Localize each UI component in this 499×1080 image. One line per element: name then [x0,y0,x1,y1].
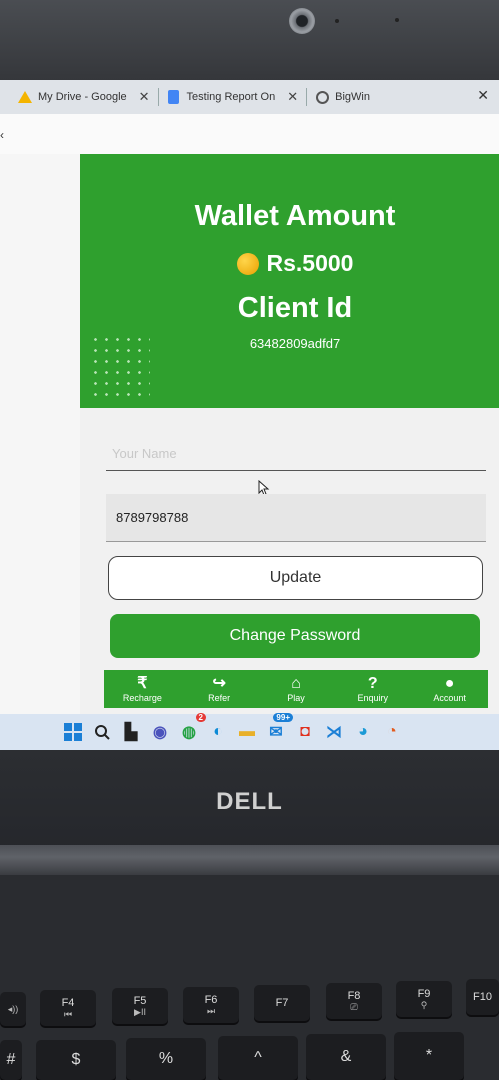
user-icon: ● [444,675,455,692]
key-f10[interactable]: F10 [466,979,499,1015]
key-f9[interactable]: F9 ⚲ [396,981,452,1017]
sensor-dot [335,19,339,23]
key-f6[interactable]: F6 ⏭ [183,987,239,1023]
laptop-hinge [0,845,499,875]
wallet-amount-row: Rs.5000 [80,250,499,277]
google-docs-icon [167,90,181,104]
close-icon[interactable]: ✕ [287,89,298,105]
windows-start-icon[interactable] [62,721,84,743]
coin-icon [236,252,259,275]
nav-label: Recharge [122,693,162,703]
screen: My Drive - Google ✕ Testing Report On ✕ … [0,80,499,750]
update-button[interactable]: Update [108,556,483,600]
key-dollar[interactable]: $ [36,1040,116,1080]
whatsapp-icon[interactable]: ◍ 2 [178,713,206,743]
wallet-card: Wallet Amount Rs.5000 Client Id 63482809… [80,154,499,408]
search-icon[interactable] [91,721,113,743]
phone-input[interactable] [106,494,486,542]
client-id-label: Client Id [237,292,353,324]
key-f7[interactable]: F7 [254,985,310,1021]
edge-browser-icon[interactable]: ◐ [207,721,229,743]
notification-badge: 99+ [273,713,293,722]
windows-taskbar: ▙ ◉ ◍ 2 ◐ ▬ ✉ 99+ ◘ ⋊ ◕ ◔ [0,713,499,750]
key-caret[interactable]: ^ [218,1036,298,1080]
help-icon: ? [367,675,378,692]
key-f3[interactable]: ◂)) [0,992,26,1026]
key-hash[interactable]: # [0,1040,22,1080]
nav-account[interactable]: ● Account [412,675,488,703]
key-percent[interactable]: % [126,1038,206,1080]
notification-badge: 2 [195,713,206,722]
vscode-icon[interactable]: ⋊ [323,721,345,743]
tab-label: Testing Report On [186,91,276,103]
key-f4[interactable]: F4 ⏮ [40,990,96,1026]
wallet-title: Wallet Amount [194,200,396,232]
share-icon: ↪ [212,675,226,692]
globe-icon [315,90,329,104]
address-bar-area [0,114,499,154]
key-f5[interactable]: F5 ▶II [112,988,168,1024]
sensor-dot [395,18,399,22]
nav-label: Enquiry [357,693,389,703]
nav-play[interactable]: ⌂ Play [258,675,334,703]
office-icon[interactable]: ◘ [294,721,316,743]
nav-label: Play [287,693,305,703]
bottom-nav: ₹ Recharge ↪ Refer ⌂ Play ? Enquiry ● Ac… [104,670,488,708]
nav-refer[interactable]: ↪ Refer [181,675,257,703]
file-explorer-icon[interactable]: ▬ [236,721,258,743]
tab-label: BigWin [335,91,370,103]
key-f8[interactable]: F8 ⎚ [326,983,382,1019]
wallet-amount: Rs.5000 [266,250,354,276]
dot-pattern [90,334,150,400]
firefox-icon[interactable]: ◔ [381,721,403,743]
key-asterisk[interactable]: * [394,1032,464,1080]
change-password-button[interactable]: Change Password [110,614,480,658]
webcam-icon [289,8,315,34]
nav-enquiry[interactable]: ? Enquiry [335,675,411,703]
dell-logo: DELL [216,788,283,815]
left-margin [0,154,80,714]
task-view-icon[interactable]: ▙ [120,721,142,743]
google-drive-icon [18,90,32,104]
name-input[interactable] [106,437,486,471]
laptop-top-bezel [0,0,499,80]
chat-icon[interactable]: ◉ [149,721,171,743]
nav-label: Refer [208,693,231,703]
tab-testing-report[interactable]: Testing Report On ✕ [159,80,307,114]
nav-recharge[interactable]: ₹ Recharge [104,675,180,703]
close-icon[interactable]: ✕ [139,89,150,105]
rupee-icon: ₹ [137,675,148,692]
chevron-left-icon[interactable]: ‹ [0,128,4,142]
home-icon: ⌂ [291,675,301,692]
browser-tabbar: My Drive - Google ✕ Testing Report On ✕ … [0,80,499,114]
tab-label: My Drive - Google [38,91,127,103]
tab-my-drive[interactable]: My Drive - Google ✕ [0,80,158,114]
nav-label: Account [433,693,466,703]
skype-icon[interactable]: ◕ [352,721,374,743]
window-close-icon[interactable]: ✕ [477,87,489,104]
key-ampersand[interactable]: & [306,1034,386,1080]
tab-bigwin[interactable]: BigWin [307,80,378,114]
mail-icon[interactable]: ✉ 99+ [265,713,293,743]
